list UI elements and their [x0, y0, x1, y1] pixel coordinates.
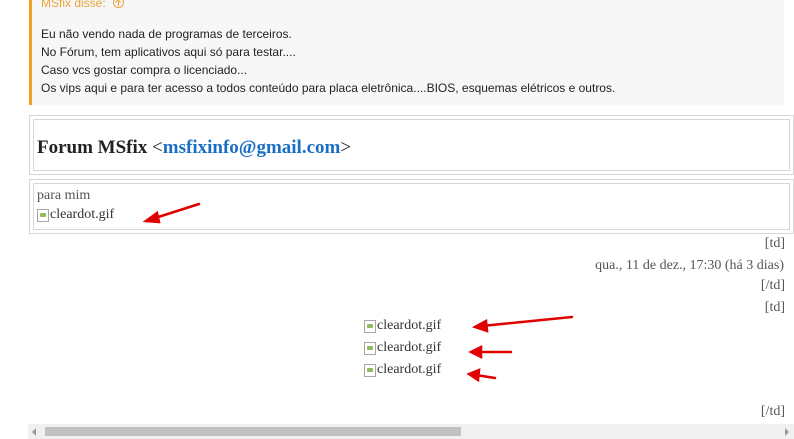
scroll-left-arrow-icon[interactable]	[32, 428, 36, 436]
annotation-arrow	[480, 315, 574, 328]
horizontal-scrollbar[interactable]	[28, 424, 794, 439]
annotation-arrow-head	[471, 319, 489, 333]
annotation-arrows	[142, 202, 574, 383]
annotation-arrow-head	[466, 368, 481, 383]
scroll-right-arrow-icon[interactable]	[785, 428, 789, 436]
annotation-arrow-head	[468, 344, 483, 360]
annotation-arrow-head	[142, 210, 161, 224]
scrollbar-thumb[interactable]	[45, 427, 461, 436]
